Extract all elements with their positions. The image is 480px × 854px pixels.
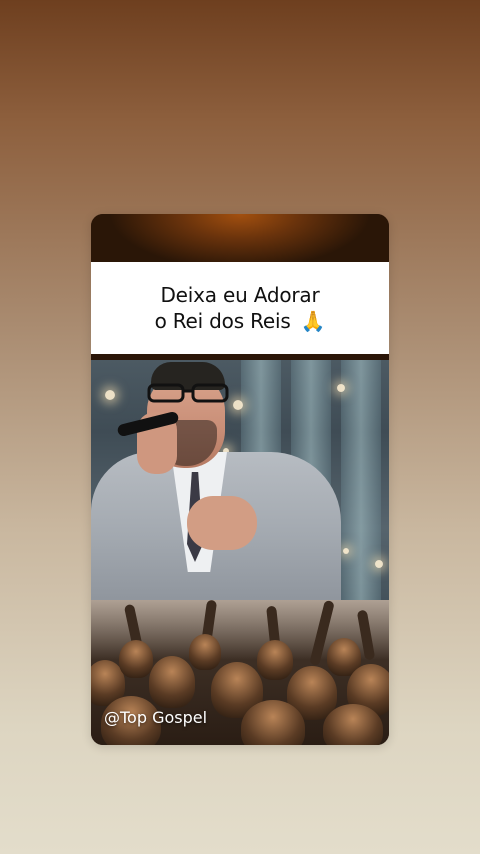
title-line-1: Deixa eu Adorar [160, 283, 320, 307]
glasses-icon [147, 383, 229, 403]
title-line-2-text: o Rei dos Reis [154, 309, 291, 333]
title-line-2: o Rei dos Reis 🙏 [155, 308, 326, 334]
crowd-head [257, 640, 293, 680]
crowd-photo: @Top Gospel [91, 600, 389, 745]
crowd-head [149, 656, 195, 708]
video-card[interactable]: Deixa eu Adorar o Rei dos Reis 🙏 @Top Go… [91, 214, 389, 745]
folded-hands-icon: 🙏 [300, 309, 326, 333]
stage-light [343, 548, 349, 554]
singer-right-hand [187, 496, 257, 550]
card-header-glow [91, 214, 389, 262]
stage-light [233, 400, 243, 410]
watermark-handle: @Top Gospel [104, 708, 208, 727]
crowd-head [119, 640, 153, 678]
stage-light [105, 390, 115, 400]
stage-light [337, 384, 345, 392]
crowd-head [189, 634, 221, 670]
singer-photo [91, 360, 389, 600]
title-panel: Deixa eu Adorar o Rei dos Reis 🙏 [91, 262, 389, 354]
stage-light [375, 560, 383, 568]
